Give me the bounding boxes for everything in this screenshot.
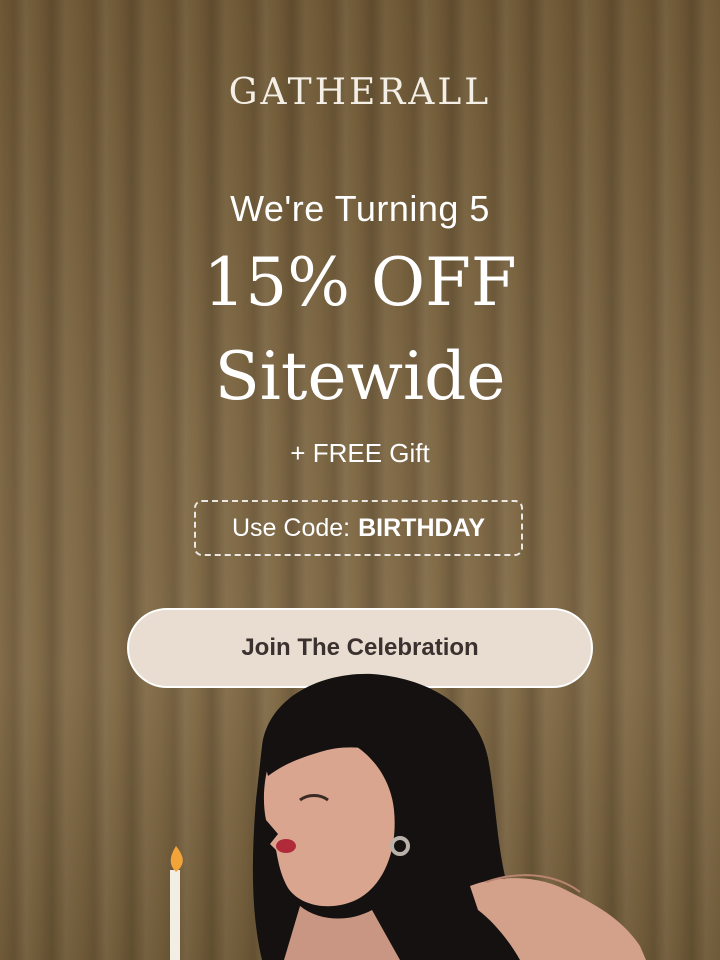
candle-shape — [170, 870, 180, 960]
flame-shape — [170, 846, 183, 872]
promo-code-value: BIRTHDAY — [358, 513, 485, 542]
promo-code-box: Use Code: BIRTHDAY — [194, 500, 523, 556]
free-gift-text: + FREE Gift — [290, 438, 430, 468]
promo-headline-scope: Sitewide — [214, 338, 506, 415]
brand-logo[interactable]: GATHERALL — [0, 72, 720, 113]
promo-subtitle: We're Turning 5 — [230, 188, 490, 229]
promo-headline-discount: 15% OFF — [203, 244, 517, 321]
woman-blowing-candle-photo — [170, 673, 646, 960]
promo-hero: GATHERALL We're Turning 5 15% OFF Sitewi… — [0, 0, 720, 960]
lips-shape — [276, 839, 296, 853]
promo-code-label: Use Code: — [232, 513, 351, 542]
